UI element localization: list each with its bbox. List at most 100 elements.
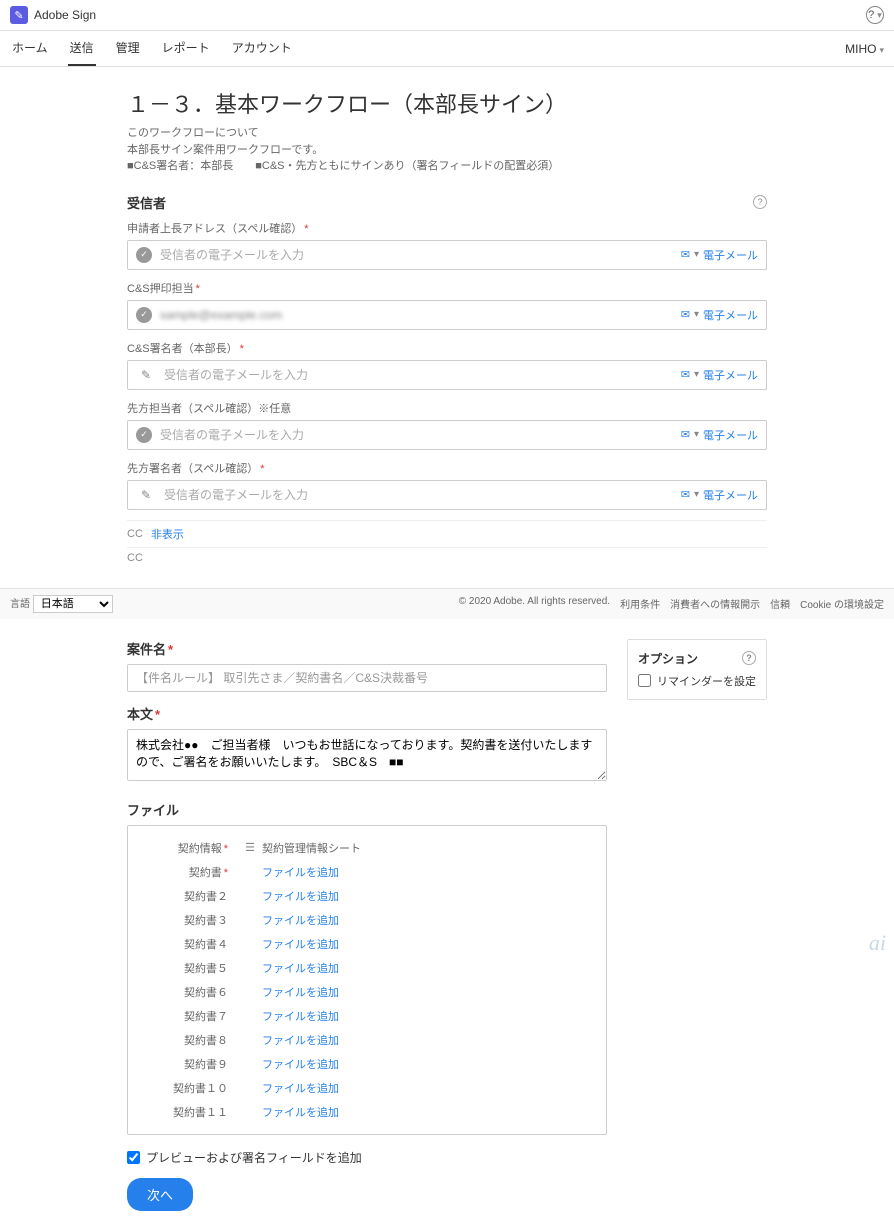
add-file-link[interactable]: ファイルを追加 — [262, 912, 339, 928]
footer-link[interactable]: 信頼 — [770, 596, 790, 611]
tab-管理[interactable]: 管理 — [114, 31, 142, 66]
file-row: 契約書４ ファイルを追加 — [138, 932, 596, 956]
file-row: 契約書８ ファイルを追加 — [138, 1028, 596, 1052]
watermark: ai — [869, 930, 886, 956]
footer-link[interactable]: Cookie の環境設定 — [800, 596, 884, 611]
language-select[interactable]: 日本語 — [33, 595, 113, 613]
file-name: 契約書９ — [138, 1056, 238, 1072]
file-name: 契約書６ — [138, 984, 238, 1000]
mail-icon: ✉ — [681, 488, 690, 501]
lang-area: 言語 日本語 — [10, 595, 113, 613]
file-name: 契約書４ — [138, 936, 238, 952]
file-name: 契約書１０ — [138, 1080, 238, 1096]
nav-tabs: ホーム送信管理レポートアカウント MIHO — [0, 31, 894, 67]
add-file-link[interactable]: ファイルを追加 — [262, 1032, 339, 1048]
tab-ホーム[interactable]: ホーム — [10, 31, 50, 66]
footer-link[interactable]: 消費者への情報開示 — [670, 596, 760, 611]
check-icon: ✓ — [136, 307, 152, 323]
files-label: ファイル — [127, 800, 607, 819]
add-file-link[interactable]: ファイルを追加 — [262, 1104, 339, 1120]
add-file-link[interactable]: ファイルを追加 — [262, 1008, 339, 1024]
info-icon[interactable]: ? — [753, 195, 767, 209]
file-row: 契約書５ ファイルを追加 — [138, 956, 596, 980]
copyright: © 2020 Adobe. All rights reserved. — [459, 596, 610, 611]
pen-icon: ✎ — [136, 367, 156, 383]
footer-link[interactable]: 利用条件 — [620, 596, 660, 611]
file-row: 契約書７ファイルを追加 — [138, 1004, 596, 1028]
add-file-link[interactable]: ファイルを追加 — [262, 984, 339, 1000]
file-row: 契約書９ ファイルを追加 — [138, 1052, 596, 1076]
product-name: Adobe Sign — [34, 8, 96, 22]
file-name: 契約書３ — [138, 912, 238, 928]
file-row: 契約書２ ファイルを追加 — [138, 884, 596, 908]
preview-label: プレビューおよび署名フィールドを追加 — [146, 1149, 362, 1166]
delivery-type-select[interactable]: ✉▾電子メール — [673, 301, 766, 329]
tab-レポート[interactable]: レポート — [160, 31, 212, 66]
info-icon[interactable]: ? — [742, 651, 756, 665]
add-file-link[interactable]: ファイルを追加 — [262, 960, 339, 976]
email-input[interactable] — [160, 304, 673, 326]
add-file-link[interactable]: ファイルを追加 — [262, 1056, 339, 1072]
next-button[interactable]: 次へ — [127, 1178, 193, 1211]
reminder-checkbox[interactable] — [638, 674, 651, 687]
add-file-link[interactable]: ファイルを追加 — [262, 888, 339, 904]
check-icon: ✓ — [136, 247, 152, 263]
file-name: 契約書８ — [138, 1032, 238, 1048]
cc-row: CC 非表示 — [127, 520, 767, 548]
delivery-type-select[interactable]: ✉▾電子メール — [673, 241, 766, 269]
email-input-row: ✎ ✉▾電子メール — [127, 360, 767, 390]
mail-icon: ✉ — [681, 308, 690, 321]
delivery-type-select[interactable]: ✉▾電子メール — [673, 421, 766, 449]
adobe-logo-icon: ✎ — [10, 6, 28, 24]
email-input[interactable] — [160, 244, 673, 266]
body-textarea[interactable] — [127, 729, 607, 781]
recipient-field: C&S署名者（本部長）*✎✉▾電子メール — [127, 340, 767, 390]
email-input[interactable] — [164, 484, 673, 506]
reminder-row: リマインダーを設定 — [638, 673, 756, 689]
left-column: 案件名* 本文* ファイル 契約情報* ☰ 契約管理情報シート 契約書*ファイル… — [127, 639, 607, 1211]
list-icon: ☰ — [238, 841, 262, 854]
footer: 言語 日本語 © 2020 Adobe. All rights reserved… — [0, 588, 894, 619]
delivery-type-select[interactable]: ✉▾電子メール — [673, 481, 766, 509]
files-box: 契約情報* ☰ 契約管理情報シート 契約書*ファイルを追加契約書２ファイルを追加… — [127, 825, 607, 1135]
options-box: オプション ? リマインダーを設定 — [627, 639, 767, 700]
user-menu[interactable]: MIHO — [845, 34, 884, 64]
help-icon[interactable]: ? — [866, 6, 884, 24]
file-name: 契約書* — [138, 864, 238, 880]
file-row: 契約書* ファイルを追加 — [138, 860, 596, 884]
preview-checkbox-row: プレビューおよび署名フィールドを追加 — [127, 1149, 607, 1166]
tab-アカウント[interactable]: アカウント — [230, 31, 294, 66]
email-input-row: ✓ ✉▾電子メール — [127, 420, 767, 450]
add-file-link[interactable]: ファイルを追加 — [262, 864, 339, 880]
main-content: １－３．基本ワークフロー（本部長サイン） このワークフローについて 本部長サイン… — [107, 67, 787, 588]
field-label: 先方担当者（スペル確認）※任意 — [127, 400, 767, 416]
email-input[interactable] — [160, 424, 673, 446]
recipient-field: 先方担当者（スペル確認）※任意 ✓ ✉▾電子メール — [127, 400, 767, 450]
mail-icon: ✉ — [681, 248, 690, 261]
check-icon: ✓ — [136, 427, 152, 443]
recipient-field: C&S押印担当*✓✉▾電子メール — [127, 280, 767, 330]
recipients-header: 受信者 ? — [127, 193, 767, 212]
email-input-row: ✓ ✉▾電子メール — [127, 240, 767, 270]
file-row: 契約書３ ファイルを追加 — [138, 908, 596, 932]
field-label: 先方署名者（スペル確認）* — [127, 460, 767, 476]
email-input[interactable] — [164, 364, 673, 386]
add-file-link[interactable]: ファイルを追加 — [262, 1080, 339, 1096]
delivery-type-select[interactable]: ✉▾電子メール — [673, 361, 766, 389]
file-row: 契約書１１ファイルを追加 — [138, 1100, 596, 1124]
subject-input[interactable] — [127, 664, 607, 692]
subject-label: 案件名* — [127, 639, 607, 658]
pen-icon: ✎ — [136, 487, 156, 503]
file-name: 契約書５ — [138, 960, 238, 976]
field-label: 申請者上長アドレス（スペル確認）* — [127, 220, 767, 236]
file-row: 契約書６ ファイルを追加 — [138, 980, 596, 1004]
body-label: 本文* — [127, 704, 607, 723]
file-name: 契約書２ — [138, 888, 238, 904]
add-file-link[interactable]: ファイルを追加 — [262, 936, 339, 952]
tab-送信[interactable]: 送信 — [68, 31, 96, 66]
cc-toggle[interactable]: 非表示 — [151, 526, 184, 542]
file-row: 契約書１０ ファイルを追加 — [138, 1076, 596, 1100]
mail-icon: ✉ — [681, 428, 690, 441]
preview-checkbox[interactable] — [127, 1151, 140, 1164]
mail-icon: ✉ — [681, 368, 690, 381]
